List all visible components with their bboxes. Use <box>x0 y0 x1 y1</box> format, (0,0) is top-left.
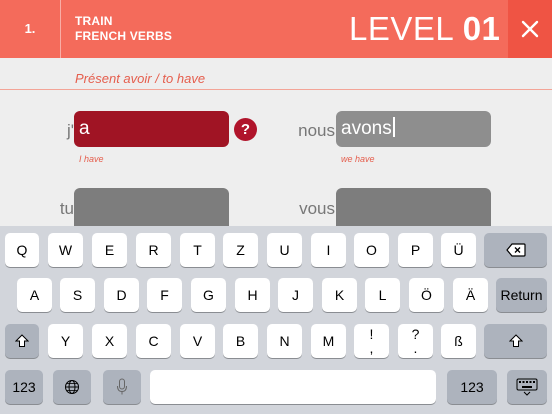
key-s[interactable]: S <box>60 278 95 312</box>
globe-icon <box>65 380 79 394</box>
key-y[interactable]: Y <box>48 324 83 358</box>
return-key[interactable]: Return <box>496 278 547 312</box>
key-question-period[interactable]: ? . <box>398 324 433 358</box>
answer-field-vous[interactable] <box>336 188 491 226</box>
microphone-icon <box>117 378 127 395</box>
close-icon <box>521 20 539 38</box>
pronoun-vous: vous <box>299 199 335 218</box>
key-e[interactable]: E <box>92 233 127 267</box>
key-top-char: ? <box>411 326 420 342</box>
answer-field-nous[interactable]: avons <box>336 111 491 147</box>
keyboard-dismiss-key[interactable] <box>507 370 547 404</box>
key-a-umlaut[interactable]: Ä <box>453 278 488 312</box>
key-r[interactable]: R <box>136 233 171 267</box>
key-h[interactable]: H <box>235 278 270 312</box>
shift-key-left[interactable] <box>5 324 39 358</box>
key-x[interactable]: X <box>92 324 127 358</box>
key-t[interactable]: T <box>180 233 215 267</box>
pronoun-tu: tu <box>59 199 74 218</box>
globe-key[interactable] <box>53 370 91 404</box>
answer-field-tu[interactable] <box>74 188 229 226</box>
page-title: TRAIN FRENCH VERBS <box>75 14 172 44</box>
title-line-1: TRAIN <box>75 14 113 28</box>
key-j[interactable]: J <box>278 278 313 312</box>
step-number: 1. <box>0 0 61 58</box>
key-i[interactable]: I <box>311 233 346 267</box>
key-k[interactable]: K <box>322 278 357 312</box>
microphone-key[interactable] <box>103 370 141 404</box>
exercise-subtitle: Présent avoir / to have <box>75 71 206 86</box>
answer-field-je[interactable]: a <box>74 111 229 147</box>
key-f[interactable]: F <box>147 278 182 312</box>
shift-icon <box>508 334 523 347</box>
onscreen-keyboard: Q W E R T Z U I O P Ü A S D F G H J K L <box>0 226 552 414</box>
space-bar[interactable] <box>150 370 436 404</box>
key-bottom-char: . <box>413 340 418 356</box>
key-v[interactable]: V <box>180 324 215 358</box>
answer-value-nous: avons <box>341 118 392 139</box>
key-c[interactable]: C <box>136 324 171 358</box>
backspace-icon <box>505 243 526 257</box>
numbers-key-right[interactable]: 123 <box>447 370 497 404</box>
numbers-key-left[interactable]: 123 <box>5 370 43 404</box>
shift-key-right[interactable] <box>484 324 547 358</box>
key-w[interactable]: W <box>48 233 83 267</box>
key-a[interactable]: A <box>17 278 52 312</box>
hint-je: I have <box>79 154 104 164</box>
header-bar: 1. TRAIN FRENCH VERBS LEVEL 01 <box>0 0 552 58</box>
close-button[interactable] <box>508 0 552 58</box>
hint-nous: we have <box>341 154 375 164</box>
key-eszett[interactable]: ß <box>441 324 476 358</box>
divider <box>0 89 552 90</box>
keyboard-dismiss-icon <box>516 378 538 396</box>
key-q[interactable]: Q <box>5 233 39 267</box>
level-label: LEVEL <box>349 10 454 47</box>
text-cursor <box>392 117 395 137</box>
key-o[interactable]: O <box>354 233 389 267</box>
app-root: 1. TRAIN FRENCH VERBS LEVEL 01 Présent a… <box>0 0 552 414</box>
key-o-umlaut[interactable]: Ö <box>409 278 444 312</box>
level-indicator: LEVEL 01 <box>349 8 500 50</box>
shift-icon <box>15 334 29 347</box>
answer-value-je: a <box>79 118 90 139</box>
level-number: 01 <box>462 10 501 47</box>
key-z[interactable]: Z <box>223 233 258 267</box>
key-m[interactable]: M <box>311 324 346 358</box>
exercise-panel: Présent avoir / to have j' a ? I have no… <box>0 58 552 226</box>
pronoun-nous: nous <box>298 121 335 140</box>
key-exclamation-comma[interactable]: ! , <box>354 324 389 358</box>
key-top-char: ! <box>369 326 374 342</box>
key-d[interactable]: D <box>104 278 139 312</box>
key-u[interactable]: U <box>267 233 302 267</box>
key-n[interactable]: N <box>267 324 302 358</box>
pronoun-je: j' <box>66 121 74 140</box>
key-l[interactable]: L <box>365 278 400 312</box>
title-line-2: FRENCH VERBS <box>75 29 173 43</box>
backspace-key[interactable] <box>484 233 547 267</box>
key-p[interactable]: P <box>398 233 433 267</box>
help-button[interactable]: ? <box>234 118 257 141</box>
key-u-umlaut[interactable]: Ü <box>441 233 476 267</box>
key-b[interactable]: B <box>223 324 258 358</box>
key-g[interactable]: G <box>191 278 226 312</box>
key-bottom-char: , <box>369 340 374 356</box>
